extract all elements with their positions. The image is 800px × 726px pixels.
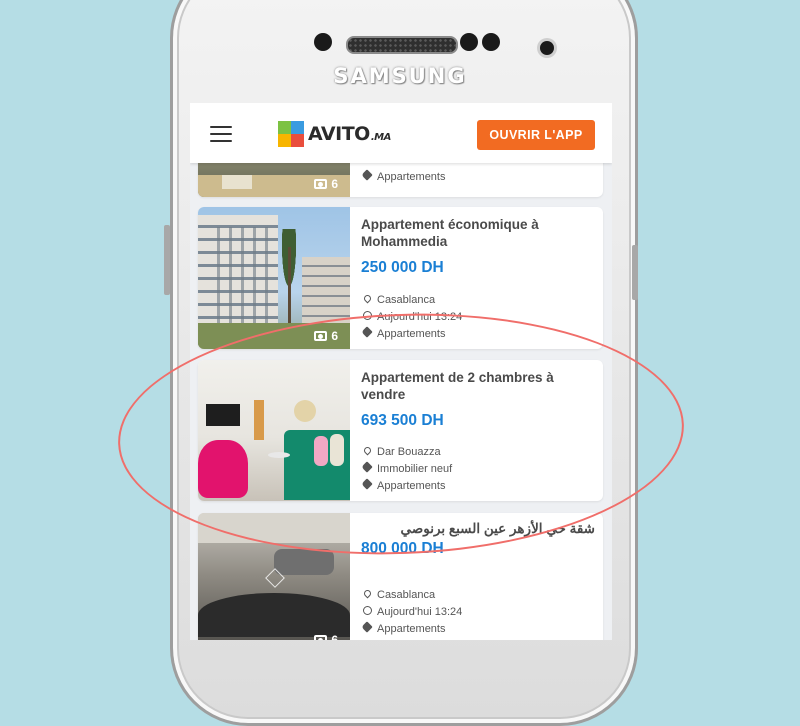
top-bar: AVITO.MA OUVRIR L'APP	[190, 103, 612, 163]
listing-location: Dar Bouazza	[361, 443, 595, 460]
location-pin-icon	[361, 445, 373, 457]
listing-card[interactable]: 6 شقة حي الأزهر عين السبع برنوصي 800 000…	[198, 513, 603, 640]
tag-icon	[361, 621, 373, 634]
camera-icon	[314, 635, 328, 640]
listing-photo: 6	[198, 207, 350, 349]
listing-category: Appartements	[361, 325, 595, 342]
listing-title: Appartement économique à Mohammedia	[361, 217, 539, 249]
logo[interactable]: AVITO.MA	[278, 120, 391, 148]
listing-category: Appartements	[361, 168, 595, 185]
listing-price: 800 000 DH	[361, 540, 444, 557]
sensor	[460, 33, 478, 51]
listing-time: Aujourd'hui 13:24	[361, 603, 595, 620]
tag-icon	[361, 169, 373, 182]
photo-count: 6	[314, 329, 338, 343]
location-pin-icon	[361, 588, 373, 600]
menu-icon[interactable]	[210, 126, 232, 142]
listing-time: Aujourd'hui 13:24	[361, 308, 595, 325]
listing-location: Casablanca	[361, 586, 595, 603]
avito-logo-icon	[278, 121, 304, 147]
listing-photo	[198, 360, 350, 501]
open-app-button[interactable]: OUVRIR L'APP	[477, 120, 595, 150]
phone-screen: AVITO.MA OUVRIR L'APP 6 Appartements 6 A…	[190, 103, 612, 640]
volume-button	[164, 225, 170, 295]
camera-icon	[314, 179, 328, 189]
listing-title: شقة حي الأزهر عين السبع برنوصي	[400, 521, 596, 536]
listing-title: Appartement de 2 chambres à vendre	[361, 370, 554, 402]
listing-price: 693 500 DH	[361, 412, 444, 429]
earpiece-speaker	[346, 36, 458, 54]
front-camera	[540, 41, 554, 55]
location-pin-icon	[361, 293, 373, 305]
camera-icon	[314, 331, 328, 341]
tag-icon	[361, 478, 373, 491]
listing-category: Appartements	[361, 477, 595, 494]
sensor	[482, 33, 500, 51]
power-button	[632, 245, 638, 300]
listing-price: 250 000 DH	[361, 259, 444, 276]
tag-icon	[361, 326, 373, 339]
listing-category: Appartements	[361, 620, 595, 637]
logo-text: AVITO.MA	[308, 123, 391, 145]
clock-icon	[361, 605, 373, 618]
listing-type: Immobilier neuf	[361, 460, 595, 477]
sensor	[314, 33, 332, 51]
photo-count: 6	[314, 177, 338, 191]
listing-photo: 6	[198, 513, 350, 640]
tag-icon	[361, 461, 373, 474]
listing-location: Casablanca	[361, 291, 595, 308]
clock-icon	[361, 310, 373, 323]
listing-card[interactable]: Appartement de 2 chambres à vendre 693 5…	[198, 360, 603, 501]
listing-card[interactable]: 6 Appartement économique à Mohammedia 25…	[198, 207, 603, 349]
device-brand: SAMSUNG	[333, 64, 467, 88]
photo-count: 6	[314, 633, 338, 640]
